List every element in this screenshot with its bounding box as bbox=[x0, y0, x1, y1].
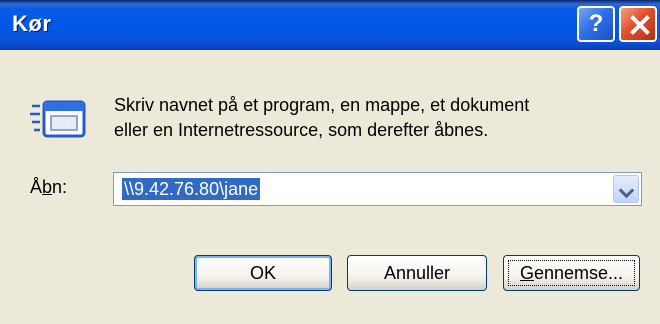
focus-rectangle bbox=[508, 260, 635, 286]
close-icon bbox=[629, 14, 649, 36]
ok-button[interactable]: OK bbox=[194, 255, 332, 291]
cancel-button[interactable]: Annuller bbox=[347, 255, 487, 291]
instruction-text: Skriv navnet på et program, en mappe, et… bbox=[114, 93, 634, 143]
run-dialog: Kør ? Skriv navnet på et program, en map… bbox=[0, 0, 660, 324]
chevron-down-icon[interactable] bbox=[613, 175, 639, 203]
instruction-line-1: Skriv navnet på et program, en mappe, et… bbox=[114, 95, 530, 115]
help-button[interactable]: ? bbox=[577, 6, 615, 42]
help-icon: ? bbox=[588, 10, 604, 37]
open-input[interactable]: \\9.42.76.80\jane bbox=[122, 178, 261, 200]
run-icon bbox=[30, 100, 86, 138]
open-combobox[interactable]: \\9.42.76.80\jane bbox=[113, 172, 642, 206]
open-label-mnemonic: b bbox=[42, 177, 53, 197]
open-label: Åbn: bbox=[30, 177, 67, 198]
close-button[interactable] bbox=[619, 6, 657, 42]
ok-button-label: OK bbox=[249, 263, 276, 283]
title-bar[interactable]: Kør ? bbox=[0, 0, 660, 50]
instruction-line-2: eller en Internetressource, som derefter… bbox=[114, 120, 489, 140]
cancel-button-label: Annuller bbox=[383, 263, 451, 283]
window-title: Kør bbox=[12, 11, 52, 36]
open-label-suffix: n: bbox=[52, 177, 68, 197]
browse-button[interactable]: Gennemse... bbox=[503, 255, 640, 291]
open-label-prefix: Å bbox=[30, 177, 43, 197]
